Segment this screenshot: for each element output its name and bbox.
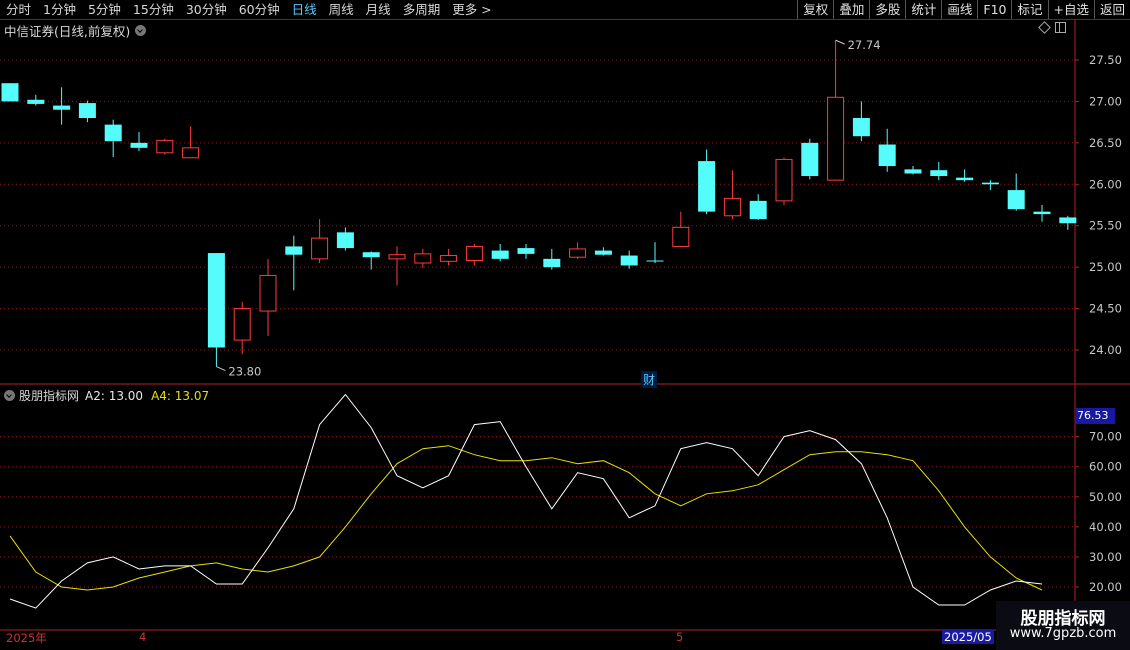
min-pointer [216, 366, 226, 372]
indicator-value-badge: 76.53 [1075, 408, 1115, 424]
candle-body [1059, 217, 1077, 224]
indicator-tick-label: 50.00 [1089, 490, 1122, 504]
indicator-tick-label: 70.00 [1089, 430, 1122, 444]
candle-body [362, 252, 380, 258]
candle-body [930, 170, 948, 176]
price-chart[interactable]: 27.50 27.00 26.50 26.00 25.50 25.00 24.50 24.00… [0, 0, 1130, 650]
candle-body [207, 253, 225, 348]
price-tick-label: 27.00 [1089, 94, 1122, 108]
price-tick-label: 25.00 [1089, 260, 1122, 274]
candle-body [285, 246, 303, 255]
finance-marker[interactable]: 财 [641, 371, 658, 388]
date-label-year: 2025年 [6, 631, 47, 645]
candle-body [388, 254, 406, 260]
price-tick-label: 24.00 [1089, 343, 1122, 357]
indicator-name: 股朋指标网 [19, 389, 80, 403]
candle-body [723, 197, 741, 217]
price-tick-label: 26.50 [1089, 136, 1122, 150]
watermark-url: www.7gpzb.com [1009, 626, 1117, 641]
candle-body [465, 245, 483, 262]
watermark: 股朋指标网 www.7gpzb.com [996, 601, 1130, 650]
date-label-april: 4 [139, 630, 147, 644]
price-tick-label: 26.00 [1089, 177, 1122, 191]
candle-body [904, 169, 922, 174]
price-tick-label: 24.50 [1089, 302, 1122, 316]
candle-body [956, 177, 974, 181]
date-label-current: 2025/05 [942, 630, 994, 644]
candle-body [698, 161, 716, 212]
candle-body [801, 142, 819, 176]
min-price-label: 23.80 [228, 365, 261, 379]
candle-body [130, 142, 148, 148]
candle-body [852, 118, 870, 137]
a4-value: A4: 13.07 [151, 388, 210, 403]
candle-body [53, 105, 71, 110]
candle-body [827, 96, 845, 181]
a2-line [9, 393, 1043, 609]
candle-body [104, 124, 122, 142]
candle-body [517, 248, 535, 254]
candle-body [981, 182, 999, 185]
candle-body [749, 200, 767, 220]
candle-body [543, 258, 561, 268]
candle-body [259, 274, 277, 312]
candle-body [775, 158, 793, 202]
candle-body [620, 255, 638, 266]
indicator-title: 股朋指标网 A2: 13.00 A4: 13.07 [4, 387, 209, 404]
a2-value: A2: 13.00 [85, 388, 144, 403]
candle-body [672, 226, 690, 247]
candle-body [491, 250, 509, 259]
candle-body [1, 83, 19, 102]
candle-body [78, 103, 96, 118]
candle-body [182, 147, 200, 159]
candle-body [594, 250, 612, 255]
max-pointer [835, 39, 845, 45]
candle-body [878, 144, 896, 167]
indicator-tick-label: 40.00 [1089, 520, 1122, 534]
candle-body [440, 255, 458, 262]
candle-body [336, 232, 354, 249]
price-tick-label: 25.50 [1089, 219, 1122, 233]
max-price-label: 27.74 [848, 38, 881, 52]
candle-body [569, 248, 587, 258]
candle-body [646, 260, 664, 262]
candle-body [233, 308, 251, 341]
candle-body [156, 139, 174, 154]
candle-body [27, 99, 45, 104]
price-tick-label: 27.50 [1089, 53, 1122, 67]
indicator-tick-label: 30.00 [1089, 550, 1122, 564]
date-label-may: 5 [676, 630, 684, 644]
candle-body [1007, 190, 1025, 210]
candle-body [1033, 211, 1051, 215]
chevron-down-icon[interactable] [4, 390, 15, 401]
indicator-tick-label: 20.00 [1089, 580, 1122, 594]
candle-body [414, 253, 432, 264]
candle-body [311, 237, 329, 260]
indicator-tick-label: 60.00 [1089, 460, 1122, 474]
